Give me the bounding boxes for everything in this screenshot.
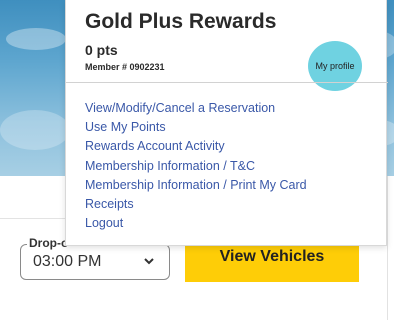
member-number: Member # 0902231 <box>85 62 165 72</box>
rewards-menu-panel: Gold Plus Rewards 0 pts Member # 0902231… <box>65 0 388 246</box>
rewards-title: Gold Plus Rewards <box>85 10 277 33</box>
view-vehicles-button[interactable]: View Vehicles <box>185 244 359 282</box>
dropoff-time-value: 03:00 PM <box>33 253 102 270</box>
cloud <box>0 110 70 150</box>
menu-item-account-activity[interactable]: Rewards Account Activity <box>85 139 307 158</box>
menu-item-receipts[interactable]: Receipts <box>85 197 307 216</box>
menu-item-manage-reservation[interactable]: View/Modify/Cancel a Reservation <box>85 101 307 120</box>
rewards-points: 0 pts <box>85 42 118 58</box>
dropoff-label: Drop-o <box>27 236 71 250</box>
menu-item-print-card[interactable]: Membership Information / Print My Card <box>85 178 307 197</box>
my-profile-label: My profile <box>315 61 355 71</box>
my-profile-button[interactable]: My profile <box>308 41 362 91</box>
account-menu: View/Modify/Cancel a Reservation Use My … <box>85 101 307 235</box>
menu-item-use-points[interactable]: Use My Points <box>85 120 307 139</box>
cloud <box>6 28 66 50</box>
menu-item-membership-terms[interactable]: Membership Information / T&C <box>85 159 307 178</box>
menu-item-logout[interactable]: Logout <box>85 216 307 235</box>
chevron-down-icon <box>143 255 155 270</box>
panel-divider <box>66 82 388 83</box>
